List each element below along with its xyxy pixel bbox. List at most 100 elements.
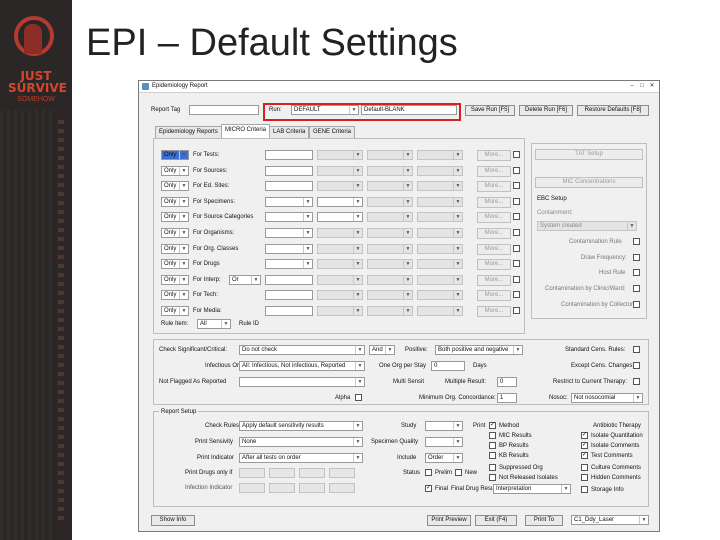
contamination-rule-checkbox[interactable]	[633, 238, 640, 245]
criteria-mode-select[interactable]: Only ▼	[161, 166, 189, 176]
tab-lab-criteria[interactable]: LAB Criteria	[269, 126, 310, 138]
criteria-input[interactable]	[265, 181, 313, 191]
criteria-mode-select[interactable]: Only ▼	[161, 259, 189, 269]
more-button[interactable]: More...	[477, 244, 511, 255]
criteria-select-4[interactable]: ▼	[417, 244, 463, 254]
more-checkbox[interactable]	[513, 151, 520, 158]
criteria-mode-select[interactable]: Only ▼	[161, 275, 189, 285]
infection-indicator-box-4[interactable]	[329, 483, 355, 493]
more-button[interactable]: More...	[477, 290, 511, 301]
infectious-org-select[interactable]: All: Infectious, Not infectious, Reporte…	[239, 361, 365, 371]
more-checkbox[interactable]	[513, 198, 520, 205]
more-checkbox[interactable]	[513, 276, 520, 283]
criteria-select-2[interactable]: ▼	[317, 306, 363, 316]
more-button[interactable]: More...	[477, 228, 511, 239]
suppressed-org-checkbox[interactable]	[489, 464, 496, 471]
contamination-clinic-ward-checkbox[interactable]	[633, 285, 640, 292]
print-preview-button[interactable]: Print Preview	[427, 515, 471, 526]
criteria-select-2[interactable]: ▼	[317, 212, 363, 222]
test-comments-checkbox[interactable]	[581, 452, 588, 459]
except-cens-changes-checkbox[interactable]	[633, 362, 640, 369]
criteria-select-2[interactable]: ▼	[317, 197, 363, 207]
criteria-select-3[interactable]: ▼	[367, 212, 413, 222]
print-to-button[interactable]: Print To	[525, 515, 563, 526]
min-org-concordance-input[interactable]: 1	[497, 393, 517, 403]
print-drugs-box-1[interactable]	[239, 468, 265, 478]
final-drug-results-select[interactable]: Interpretation ▼	[493, 484, 571, 494]
one-org-per-stay-input[interactable]: 0	[431, 361, 465, 371]
criteria-mode-select[interactable]: Only ▼	[161, 306, 189, 316]
criteria-select-4[interactable]: ▼	[417, 306, 463, 316]
criteria-select-4[interactable]: ▼	[417, 259, 463, 269]
criteria-input[interactable]	[265, 290, 313, 300]
criteria-select-2[interactable]: ▼	[317, 166, 363, 176]
more-checkbox[interactable]	[513, 213, 520, 220]
kb-results-checkbox[interactable]	[489, 452, 496, 459]
criteria-select-4[interactable]: ▼	[417, 212, 463, 222]
criteria-select-3[interactable]: ▼	[367, 166, 413, 176]
more-button[interactable]: More...	[477, 197, 511, 208]
study-select[interactable]: ▼	[425, 421, 463, 431]
bp-results-checkbox[interactable]	[489, 442, 496, 449]
criteria-input[interactable]	[265, 150, 313, 160]
criteria-select-2[interactable]: ▼	[317, 275, 363, 285]
criteria-mode-select[interactable]: Only ▼	[161, 212, 189, 222]
criteria-mode-select[interactable]: Only ▼	[161, 290, 189, 300]
criteria-mode-select[interactable]: Only ▼	[161, 181, 189, 191]
interp-select[interactable]: Or ▼	[229, 275, 261, 285]
save-run-button[interactable]: Save Run [F5]	[465, 105, 515, 116]
print-drugs-box-4[interactable]	[329, 468, 355, 478]
minimize-icon[interactable]: –	[627, 82, 637, 91]
criteria-mode-select[interactable]: Only ▼	[161, 197, 189, 207]
criteria-select-3[interactable]: ▼	[367, 290, 413, 300]
more-checkbox[interactable]	[513, 245, 520, 252]
criteria-select-2[interactable]: ▼	[317, 290, 363, 300]
criteria-select-2[interactable]: ▼	[317, 181, 363, 191]
isolate-comments-checkbox[interactable]	[581, 442, 588, 449]
criteria-select-2[interactable]: ▼	[317, 150, 363, 160]
delete-run-button[interactable]: Delete Run [F6]	[519, 105, 573, 116]
print-sensivity-select[interactable]: None ▼	[239, 437, 363, 447]
not-flagged-select[interactable]: ▼	[239, 377, 365, 387]
criteria-select-2[interactable]: ▼	[317, 244, 363, 254]
criteria-select-2[interactable]: ▼	[317, 259, 363, 269]
mic-results-checkbox[interactable]	[489, 432, 496, 439]
infection-indicator-box-3[interactable]	[299, 483, 325, 493]
print-drugs-box-2[interactable]	[269, 468, 295, 478]
print-indicator-select[interactable]: After all tests on order ▼	[239, 453, 363, 463]
more-checkbox[interactable]	[513, 291, 520, 298]
criteria-select[interactable]: ▼	[265, 228, 313, 238]
criteria-mode-select[interactable]: Only ▼	[161, 150, 189, 160]
criteria-mode-select[interactable]: Only ▼	[161, 228, 189, 238]
tab-epidemiology-reports[interactable]: Epidemiology Reports	[155, 126, 222, 138]
criteria-select-3[interactable]: ▼	[367, 197, 413, 207]
criteria-select[interactable]: ▼	[265, 244, 313, 254]
more-button[interactable]: More...	[477, 181, 511, 192]
criteria-select-4[interactable]: ▼	[417, 181, 463, 191]
more-checkbox[interactable]	[513, 260, 520, 267]
tat-setup-button[interactable]: TAT Setup	[535, 149, 643, 160]
hidden-comments-checkbox[interactable]	[581, 474, 588, 481]
exit-button[interactable]: Exit (F4)	[475, 515, 517, 526]
specimen-quality-select[interactable]: ▼	[425, 437, 463, 447]
more-checkbox[interactable]	[513, 167, 520, 174]
and-select[interactable]: And ▼	[369, 345, 395, 355]
new-checkbox[interactable]	[455, 469, 462, 476]
more-button[interactable]: More...	[477, 259, 511, 270]
more-button[interactable]: More...	[477, 212, 511, 223]
more-button[interactable]: More...	[477, 150, 511, 161]
criteria-select-3[interactable]: ▼	[367, 259, 413, 269]
containment-select[interactable]: System created ▼	[537, 221, 637, 231]
criteria-select[interactable]: ▼	[265, 212, 313, 222]
tab-gene-criteria[interactable]: GENE Criteria	[309, 126, 356, 138]
criteria-select[interactable]: ▼	[265, 259, 313, 269]
criteria-select-4[interactable]: ▼	[417, 228, 463, 238]
printer-select[interactable]: C1_Ddy_Laser ▼	[571, 515, 649, 525]
criteria-select-4[interactable]: ▼	[417, 275, 463, 285]
more-button[interactable]: More...	[477, 166, 511, 177]
multiple-result-input[interactable]: 0	[497, 377, 517, 387]
criteria-select-3[interactable]: ▼	[367, 228, 413, 238]
criteria-select-2[interactable]: ▼	[317, 228, 363, 238]
criteria-select-3[interactable]: ▼	[367, 244, 413, 254]
draw-frequency-checkbox[interactable]	[633, 254, 640, 261]
